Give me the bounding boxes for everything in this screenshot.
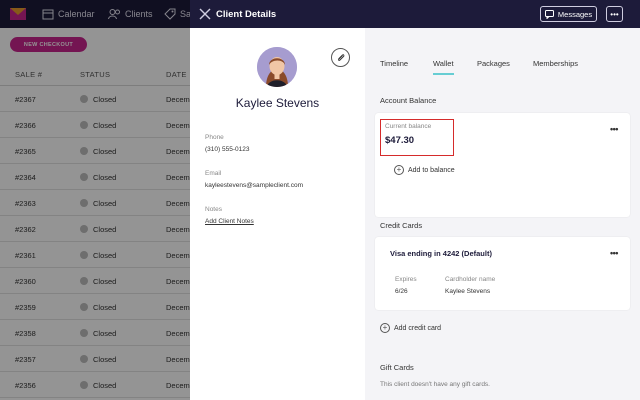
wallet-column: Timeline Wallet Packages Memberships Acc…	[365, 28, 640, 400]
avatar-image	[257, 47, 297, 87]
add-credit-card-button[interactable]: + Add credit card	[380, 323, 441, 333]
client-details-panel: Client Details Messages ••• Kaylee Steve…	[190, 0, 640, 400]
email-label: Email	[205, 170, 222, 177]
paperclip-icon	[337, 53, 344, 61]
close-icon[interactable]	[198, 7, 212, 21]
add-circle-icon: +	[394, 165, 404, 175]
current-balance-label: Current balance	[385, 123, 432, 130]
more-options-button[interactable]: •••	[606, 6, 623, 22]
credit-card-item: Visa ending in 4242 (Default) ••• Expire…	[375, 237, 630, 310]
phone-value: (310) 555-0123	[205, 146, 250, 153]
messages-label: Messages	[557, 9, 593, 19]
tab-timeline[interactable]: Timeline	[380, 59, 408, 68]
gift-cards-title: Gift Cards	[380, 363, 414, 372]
tab-memberships[interactable]: Memberships	[533, 59, 578, 68]
credit-cards-title: Credit Cards	[380, 221, 423, 230]
cardholder-label: Cardholder name	[445, 276, 496, 283]
add-credit-card-label: Add credit card	[394, 324, 442, 332]
balance-more-icon[interactable]: •••	[610, 124, 618, 134]
current-balance-value: $47.30	[385, 135, 415, 146]
expires-value: 6/26	[395, 288, 408, 295]
cardholder-value: Kaylee Stevens	[445, 288, 491, 295]
add-circle-icon: +	[380, 323, 390, 333]
client-info-column: Kaylee Stevens Phone (310) 555-0123 Emai…	[190, 28, 365, 400]
panel-title: Client Details	[216, 9, 277, 20]
account-balance-title: Account Balance	[380, 96, 437, 105]
add-client-notes-link[interactable]: Add Client Notes	[205, 218, 254, 225]
phone-label: Phone	[205, 134, 224, 141]
avatar	[257, 47, 297, 87]
edit-client-button[interactable]	[331, 48, 350, 67]
gift-cards-empty: This client doesn't have any gift cards.	[380, 381, 490, 388]
tab-packages[interactable]: Packages	[477, 59, 510, 68]
add-to-balance-button[interactable]: + Add to balance	[394, 165, 455, 175]
client-name: Kaylee Stevens	[235, 96, 320, 110]
tab-wallet[interactable]: Wallet	[433, 59, 454, 75]
expires-label: Expires	[395, 276, 417, 283]
notes-label: Notes	[205, 206, 222, 213]
email-value: kayleestevens@sampleclient.com	[205, 182, 304, 189]
card-title: Visa ending in 4242 (Default)	[390, 249, 492, 258]
card-more-icon[interactable]: •••	[610, 248, 618, 258]
chat-icon	[544, 9, 554, 19]
panel-header: Client Details Messages •••	[190, 0, 640, 28]
messages-button[interactable]: Messages	[540, 6, 597, 22]
add-to-balance-label: Add to balance	[408, 166, 455, 174]
account-balance-card: Current balance $47.30 ••• + Add to bala…	[375, 113, 630, 217]
